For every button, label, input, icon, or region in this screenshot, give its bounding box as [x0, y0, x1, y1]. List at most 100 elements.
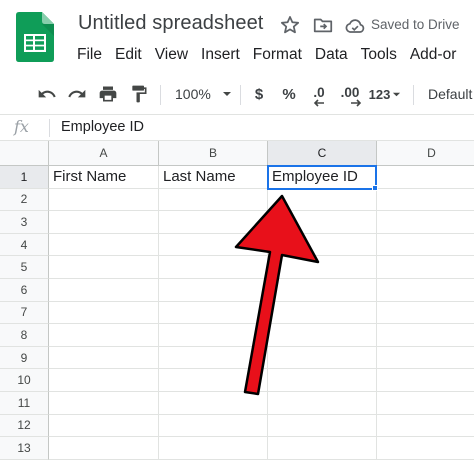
menu-add-ons[interactable]: Add-or: [410, 45, 457, 65]
cell-d11[interactable]: [377, 392, 474, 415]
cell-d8[interactable]: [377, 324, 474, 347]
paint-format-button[interactable]: [126, 76, 152, 112]
cell-a6[interactable]: [49, 279, 159, 302]
cell-a9[interactable]: [49, 346, 159, 370]
print-icon: [99, 86, 117, 102]
cell-c5[interactable]: [268, 256, 377, 279]
cell-d10[interactable]: [377, 369, 474, 392]
cell-c3[interactable]: [268, 211, 377, 234]
cell-d3[interactable]: [377, 211, 474, 234]
decrease-decimal-button[interactable]: .0: [306, 76, 332, 112]
dropdown-arrow-icon: [222, 92, 231, 96]
move-to-folder-icon[interactable]: [312, 14, 334, 36]
font-family-select[interactable]: Default: [420, 76, 474, 112]
cell-d7[interactable]: [377, 302, 474, 325]
formula-input[interactable]: Employee ID: [61, 119, 144, 135]
cell-d6[interactable]: [377, 279, 474, 302]
cell-d5[interactable]: [377, 256, 474, 279]
row-header-4[interactable]: 4: [0, 233, 49, 257]
cell-d13[interactable]: [377, 437, 474, 460]
row-header-13[interactable]: 13: [0, 437, 49, 460]
cell-a5[interactable]: [49, 256, 159, 279]
cell-a2[interactable]: [49, 188, 159, 212]
cell-b6[interactable]: [159, 279, 268, 302]
row-header-12[interactable]: 12: [0, 414, 49, 438]
fill-handle[interactable]: [372, 184, 378, 191]
row-header-10[interactable]: 10: [0, 369, 49, 392]
percent-format-button[interactable]: %: [278, 76, 300, 112]
zoom-select[interactable]: 100%: [170, 76, 236, 112]
menu-format[interactable]: Format: [253, 45, 302, 65]
cell-c1[interactable]: Employee ID: [268, 166, 377, 189]
row-header-2[interactable]: 2: [0, 188, 49, 212]
star-icon[interactable]: [279, 14, 301, 36]
cell-b2[interactable]: [159, 188, 268, 212]
print-button[interactable]: [95, 76, 121, 112]
more-formats-button[interactable]: 123: [367, 76, 403, 112]
cell-b10[interactable]: [159, 369, 268, 392]
column-header-c[interactable]: C: [268, 141, 377, 166]
menu-view[interactable]: View: [155, 45, 188, 65]
column-header-d[interactable]: D: [377, 141, 474, 166]
cell-d12[interactable]: [377, 415, 474, 438]
cell-d9[interactable]: [377, 347, 474, 370]
cell-c7[interactable]: [268, 301, 377, 325]
currency-format-button[interactable]: $: [249, 76, 269, 112]
cloud-saved-icon[interactable]: [344, 15, 366, 37]
select-all-corner[interactable]: [0, 141, 49, 166]
row-header-11[interactable]: 11: [0, 392, 49, 415]
row-header-9[interactable]: 9: [0, 346, 49, 370]
menu-file[interactable]: File: [77, 45, 102, 65]
cell-a3[interactable]: [49, 211, 159, 234]
increase-decimal-button[interactable]: .00: [335, 76, 365, 112]
cell-c8[interactable]: [268, 324, 377, 347]
cell-b1[interactable]: Last Name: [159, 166, 268, 189]
cell-c2[interactable]: [268, 188, 377, 212]
row-header-1[interactable]: 1: [0, 166, 49, 189]
save-status[interactable]: Saved to Drive: [371, 17, 460, 32]
cell-d2[interactable]: [377, 189, 474, 212]
cell-b11[interactable]: [159, 392, 268, 415]
menu-edit[interactable]: Edit: [115, 45, 142, 65]
cell-c9[interactable]: [268, 346, 377, 370]
cell-b4[interactable]: [159, 233, 268, 257]
cell-c4[interactable]: [268, 233, 377, 257]
toolbar-divider: [240, 85, 241, 105]
redo-button[interactable]: [64, 76, 90, 112]
cell-a11[interactable]: [49, 392, 159, 415]
row-header-5[interactable]: 5: [0, 256, 49, 279]
cell-b3[interactable]: [159, 211, 268, 234]
cell-a8[interactable]: [49, 324, 159, 347]
cell-c6[interactable]: [268, 279, 377, 302]
column-header-a[interactable]: A: [49, 141, 159, 166]
cell-c11[interactable]: [268, 392, 377, 415]
menu-tools[interactable]: Tools: [361, 45, 397, 65]
column-header-b[interactable]: B: [159, 141, 268, 166]
row-header-6[interactable]: 6: [0, 279, 49, 302]
cell-a1[interactable]: First Name: [49, 166, 159, 189]
cell-b13[interactable]: [159, 437, 268, 460]
cell-b5[interactable]: [159, 256, 268, 279]
cell-a13[interactable]: [49, 437, 159, 460]
row-header-7[interactable]: 7: [0, 301, 49, 325]
cell-d1[interactable]: [377, 166, 474, 189]
cell-c10[interactable]: [268, 369, 377, 392]
row-header-3[interactable]: 3: [0, 211, 49, 234]
cell-c13[interactable]: [268, 437, 377, 460]
cell-a10[interactable]: [49, 369, 159, 392]
cell-b12[interactable]: [159, 414, 268, 438]
cell-a4[interactable]: [49, 233, 159, 257]
undo-button[interactable]: [34, 76, 60, 112]
document-title[interactable]: Untitled spreadsheet: [78, 12, 263, 35]
cell-a7[interactable]: [49, 301, 159, 325]
menu-insert[interactable]: Insert: [201, 45, 240, 65]
cell-d4[interactable]: [377, 234, 474, 257]
row-header-8[interactable]: 8: [0, 324, 49, 347]
google-sheets-logo[interactable]: [16, 12, 54, 62]
cell-a12[interactable]: [49, 414, 159, 438]
cell-b9[interactable]: [159, 346, 268, 370]
cell-b7[interactable]: [159, 301, 268, 325]
menu-data[interactable]: Data: [315, 45, 348, 65]
cell-b8[interactable]: [159, 324, 268, 347]
cell-c12[interactable]: [268, 414, 377, 438]
